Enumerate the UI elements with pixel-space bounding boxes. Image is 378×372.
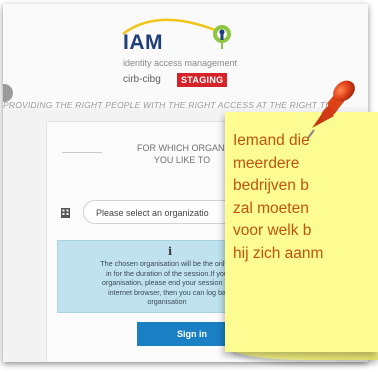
note-line: zal moeten: [233, 199, 309, 217]
info-icon: i: [168, 245, 173, 258]
sticky-note: Iemand die meerdere bedrijven b zal moet…: [225, 112, 378, 352]
note-line: bedrijven b: [233, 177, 309, 194]
key-pin-icon: [213, 25, 231, 49]
note-line: hij zich aanm: [233, 244, 324, 262]
note-line: voor welk b: [233, 222, 312, 239]
iam-logo: IAM identity access management cirb-cibg…: [117, 10, 277, 100]
staging-badge: STAGING: [177, 73, 228, 87]
logo-name: IAM: [123, 31, 163, 54]
divider: [62, 152, 102, 153]
sticky-note-text: Iemand die meerdere bedrijven b zal moet…: [233, 130, 378, 265]
building-icon: [61, 208, 70, 218]
pushpin-icon: [307, 80, 355, 139]
note-line: meerdere: [233, 154, 300, 172]
logo-subtitle: identity access management: [123, 58, 238, 68]
logo-brand: cirb-cibg: [123, 74, 161, 85]
